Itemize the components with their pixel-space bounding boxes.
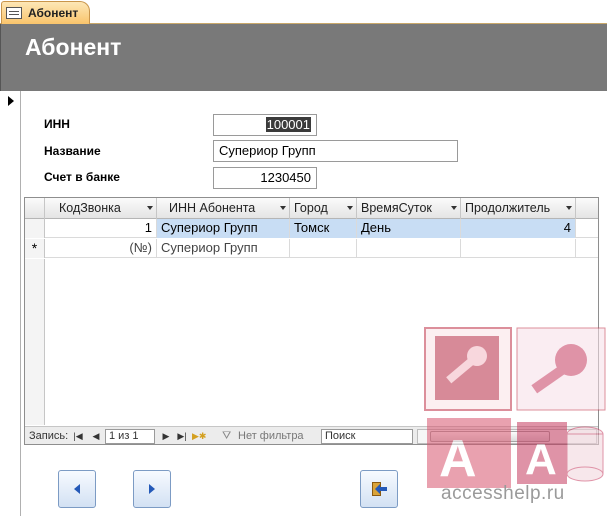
chevron-down-icon[interactable] — [280, 206, 286, 210]
close-form-button[interactable] — [360, 470, 398, 508]
filter-funnel-icon: ⛛ — [222, 430, 232, 442]
inn-value: 100001 — [265, 117, 311, 132]
cell-duration[interactable] — [461, 239, 576, 258]
bank-account-field[interactable]: 1230450 — [213, 167, 317, 189]
first-record-icon[interactable]: |◀ — [73, 429, 83, 444]
new-record-marker[interactable]: * — [25, 239, 45, 258]
previous-record-icon[interactable]: ◀ — [91, 429, 101, 444]
table-row[interactable]: 1 Супериор Групп Томск День 4 — [25, 219, 598, 238]
datasheet-header-row: КодЗвонка ИНН Абонента Город ВремяСуток … — [25, 198, 598, 219]
table-row-new[interactable]: * (№) Супериор Групп — [25, 239, 598, 258]
record-navigation-bar: Запись: |◀ ◀ 1 из 1 ▶ ▶| ▶✱ ⛛ Нет фильтр… — [25, 426, 598, 444]
tab-label: Абонент — [28, 6, 79, 20]
filter-status[interactable]: Нет фильтра — [238, 429, 304, 444]
cell-call-id[interactable]: 1 — [45, 219, 157, 238]
empty-selector-area — [25, 259, 45, 425]
cell-city[interactable] — [290, 239, 357, 258]
select-all-corner[interactable] — [25, 198, 45, 219]
form-title: Абонент — [25, 34, 122, 60]
search-input[interactable]: Поиск — [321, 429, 413, 444]
form-icon — [6, 7, 22, 19]
next-record-button[interactable] — [133, 470, 171, 508]
chevron-down-icon[interactable] — [451, 206, 457, 210]
inn-label: ИНН — [44, 117, 70, 131]
record-label: Запись: — [29, 430, 69, 442]
column-header-label: ИНН Абонента — [169, 201, 256, 215]
watermark-text: accesshelp.ru — [441, 483, 565, 504]
row-selector[interactable] — [25, 219, 45, 238]
cell-time-of-day[interactable]: День — [357, 219, 461, 238]
cell-call-id[interactable]: (№) — [45, 239, 157, 258]
document-tab-strip: Абонент — [0, 0, 607, 24]
record-selector-bar[interactable] — [0, 91, 21, 516]
exit-door-icon — [371, 481, 387, 497]
chevron-down-icon[interactable] — [147, 206, 153, 210]
name-label: Название — [44, 144, 101, 158]
previous-record-button[interactable] — [58, 470, 96, 508]
column-header-label: Город — [294, 201, 328, 215]
last-record-icon[interactable]: ▶| — [177, 429, 187, 444]
name-field[interactable]: Супериор Групп — [213, 140, 458, 162]
tab-abonent[interactable]: Абонент — [1, 1, 90, 24]
calls-subform-datasheet: КодЗвонка ИНН Абонента Город ВремяСуток … — [24, 197, 599, 445]
column-header-city[interactable]: Город — [290, 198, 357, 219]
chevron-down-icon[interactable] — [566, 206, 572, 210]
column-header-duration[interactable]: Продолжитель — [461, 198, 576, 219]
scrollbar-thumb[interactable] — [430, 431, 550, 442]
form-header: Абонент — [0, 24, 607, 91]
chevron-down-icon[interactable] — [347, 206, 353, 210]
horizontal-scrollbar[interactable] — [417, 429, 597, 444]
bank-account-label: Счет в банке — [44, 170, 120, 184]
arrow-left-icon — [74, 484, 80, 494]
arrow-right-icon — [149, 484, 155, 494]
column-header-subscriber-inn[interactable]: ИНН Абонента — [157, 198, 290, 219]
next-record-icon[interactable]: ▶ — [161, 429, 171, 444]
new-record-icon[interactable]: ▶✱ — [192, 429, 206, 444]
column-header-time-of-day[interactable]: ВремяСуток — [357, 198, 461, 219]
cell-city[interactable]: Томск — [290, 219, 357, 238]
cell-duration[interactable]: 4 — [461, 219, 576, 238]
column-header-label: КодЗвонка — [59, 201, 121, 215]
column-header-label: ВремяСуток — [361, 201, 432, 215]
cell-subscriber-inn[interactable]: Супериор Групп — [157, 239, 290, 258]
inn-field[interactable]: 100001 — [213, 114, 317, 136]
cell-subscriber-inn[interactable]: Супериор Групп — [157, 219, 290, 238]
access-form-window: Абонент Абонент ИНН 100001 Название Супе… — [0, 0, 607, 516]
current-record-arrow-icon — [8, 96, 14, 106]
cell-time-of-day[interactable] — [357, 239, 461, 258]
column-header-call-id[interactable]: КодЗвонка — [45, 198, 157, 219]
record-position-field[interactable]: 1 из 1 — [105, 429, 155, 444]
column-header-label: Продолжитель — [465, 201, 551, 215]
